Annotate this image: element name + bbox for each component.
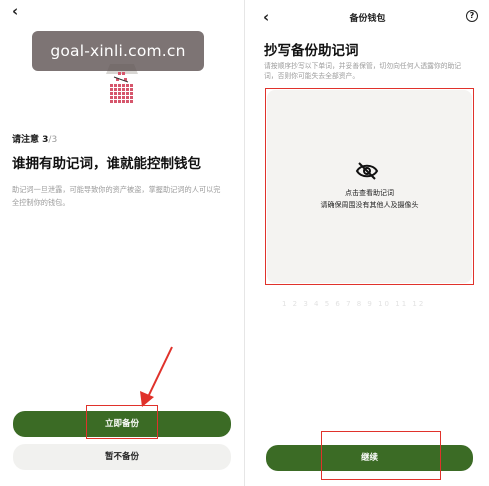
left-screen: ‹ 请注意 3/3 谁拥有助记词，谁就能控制钱包 助记词一旦泄露，可能导致你的资…	[0, 0, 244, 486]
arrow-annotation-icon	[140, 346, 173, 407]
notice-total: /3	[48, 135, 58, 145]
continue-button[interactable]: 继续	[266, 445, 473, 471]
skip-backup-button[interactable]: 暂不备份	[13, 444, 231, 470]
eye-off-icon	[355, 162, 379, 180]
help-circle-icon[interactable]: ?	[466, 10, 478, 22]
mnemonic-reveal-panel[interactable]	[267, 90, 472, 283]
backup-now-button[interactable]: 立即备份	[13, 411, 231, 437]
faint-word-indices: 1 2 3 4 5 6 7 8 9 10 11 12	[282, 300, 426, 308]
warning-description: 助记词一旦泄露，可能导致你的资产被盗，掌握助记词的人可以完全控制你的钱包。	[12, 185, 221, 207]
reveal-label: 点击查看助记词	[345, 189, 394, 197]
right-screen: ‹ 备份钱包 ? 抄写备份助记词 请按顺序抄写以下单词，并妥善保管，切勿向任何人…	[244, 0, 489, 486]
nav-title: 备份钱包	[349, 14, 386, 24]
notice-label: 请注意 3	[12, 135, 49, 145]
backup-instructions: 请按顺序抄写以下单词，并妥善保管，切勿向任何人透露你的助记词，否则你可能失去全部…	[264, 62, 462, 80]
site-watermark: goal-xinli.com.cn	[32, 31, 204, 71]
page-title: 抄写备份助记词	[264, 43, 359, 59]
back-chevron-icon[interactable]: ‹	[12, 2, 18, 20]
notice-step: 请注意 3/3	[12, 132, 57, 145]
page-headline: 谁拥有助记词，谁就能控制钱包	[12, 156, 201, 172]
privacy-hint: 请确保周围没有其他人及摄像头	[320, 201, 419, 209]
